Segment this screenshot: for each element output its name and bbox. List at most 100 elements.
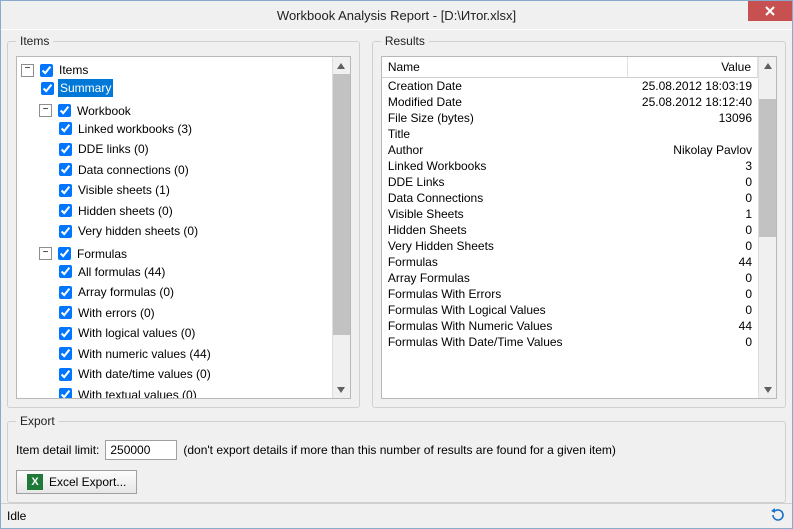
table-row[interactable]: Title [382,126,758,142]
excel-export-label: Excel Export... [49,475,126,489]
tree-checkbox[interactable] [59,368,72,381]
scroll-up-button[interactable] [333,57,350,74]
table-row[interactable]: AuthorNikolay Pavlov [382,142,758,158]
items-scrollbar[interactable] [332,57,350,398]
cell-value [628,126,758,142]
tree-formulas-children: All formulas (44) Array formulas (0) With … [39,263,332,399]
table-row[interactable]: Visible Sheets1 [382,206,758,222]
excel-export-button[interactable]: Excel Export... [16,470,137,494]
cell-value: 0 [628,174,758,190]
table-row[interactable]: File Size (bytes)13096 [382,110,758,126]
tree-item[interactable]: Visible sheets (1) [76,181,172,199]
tree-checkbox[interactable] [59,184,72,197]
panes: Items − Items [7,30,786,408]
tree-checkbox[interactable] [40,64,53,77]
item-detail-limit-label: Item detail limit: [16,443,99,457]
tree-checkbox[interactable] [59,388,72,398]
tree-checkbox[interactable] [59,306,72,319]
tree-workbook-children: Linked workbooks (3) DDE links (0) Data co… [39,120,332,243]
scroll-track[interactable] [333,74,350,381]
results-scrollbar[interactable] [758,57,776,398]
table-row[interactable]: Formulas With Logical Values0 [382,302,758,318]
scroll-thumb[interactable] [333,74,350,335]
table-row[interactable]: Array Formulas0 [382,270,758,286]
cell-name: Visible Sheets [382,206,628,222]
table-row[interactable]: DDE Links0 [382,174,758,190]
tree-checkbox[interactable] [59,163,72,176]
tree-item-root[interactable]: Items [57,61,90,79]
cell-value: 0 [628,286,758,302]
export-legend: Export [16,414,59,428]
cell-value: 13096 [628,110,758,126]
tree-item[interactable]: All formulas (44) [76,263,167,281]
tree-item[interactable]: Array formulas (0) [76,283,176,301]
table-row[interactable]: Formulas With Errors0 [382,286,758,302]
items-tree[interactable]: − Items Summary [17,57,332,398]
cell-value: 0 [628,238,758,254]
tree-checkbox[interactable] [59,265,72,278]
table-row[interactable]: Linked Workbooks3 [382,158,758,174]
cell-value: 25.08.2012 18:12:40 [628,94,758,110]
tree-item[interactable]: DDE links (0) [76,140,151,158]
tree-checkbox[interactable] [58,104,71,117]
tree-item[interactable]: Data connections (0) [76,161,191,179]
scroll-up-button[interactable] [759,57,776,74]
items-legend: Items [16,34,53,48]
table-row[interactable]: Formulas With Date/Time Values0 [382,334,758,350]
tree-checkbox[interactable] [59,122,72,135]
statusbar: Idle [1,503,792,528]
scroll-thumb[interactable] [759,99,776,237]
scroll-track[interactable] [759,74,776,381]
cell-name: Linked Workbooks [382,158,628,174]
table-row[interactable]: Very Hidden Sheets0 [382,238,758,254]
scroll-down-button[interactable] [333,381,350,398]
table-row[interactable]: Formulas44 [382,254,758,270]
refresh-icon[interactable] [770,507,786,526]
tree-item[interactable]: Very hidden sheets (0) [76,222,200,240]
cell-value: Nikolay Pavlov [628,142,758,158]
results-table[interactable]: Name Value Creation Date25.08.2012 18:03… [382,57,758,398]
col-value[interactable]: Value [628,57,758,77]
tree-item-workbook[interactable]: Workbook [75,102,133,120]
tree-checkbox[interactable] [59,225,72,238]
expander-icon[interactable]: − [21,64,34,77]
tree-item[interactable]: With numeric values (44) [76,345,213,363]
item-detail-limit-input[interactable] [105,440,177,460]
cell-value: 1 [628,206,758,222]
cell-value: 0 [628,270,758,286]
cell-name: Creation Date [382,78,628,94]
tree-item[interactable]: Hidden sheets (0) [76,202,175,220]
tree-item[interactable]: With date/time values (0) [76,365,213,383]
tree-checkbox[interactable] [58,247,71,260]
cell-value: 44 [628,318,758,334]
table-row[interactable]: Modified Date25.08.2012 18:12:40 [382,94,758,110]
tree-checkbox[interactable] [59,347,72,360]
table-row[interactable]: Hidden Sheets0 [382,222,758,238]
window-title: Workbook Analysis Report - [D:\Итог.xlsx… [1,8,792,23]
expander-icon[interactable]: − [39,104,52,117]
table-row[interactable]: Creation Date25.08.2012 18:03:19 [382,78,758,94]
expander-icon[interactable]: − [39,247,52,260]
tree-item[interactable]: With errors (0) [76,304,157,322]
content-area: Items − Items [1,30,792,503]
tree-checkbox[interactable] [59,286,72,299]
cell-value: 0 [628,222,758,238]
tree-item[interactable]: Linked workbooks (3) [76,120,194,138]
titlebar: Workbook Analysis Report - [D:\Итог.xlsx… [1,1,792,30]
col-name[interactable]: Name [382,57,628,77]
table-row[interactable]: Data Connections0 [382,190,758,206]
tree-checkbox[interactable] [59,327,72,340]
table-row[interactable]: Formulas With Numeric Values44 [382,318,758,334]
cell-name: Very Hidden Sheets [382,238,628,254]
tree-checkbox[interactable] [59,204,72,217]
tree-item[interactable]: With logical values (0) [76,324,197,342]
scroll-down-button[interactable] [759,381,776,398]
tree-checkbox[interactable] [59,143,72,156]
cell-name: Formulas With Numeric Values [382,318,628,334]
close-button[interactable] [748,1,792,21]
export-line: Item detail limit: (don't export details… [16,440,777,460]
tree-checkbox[interactable] [41,82,54,95]
tree-item-formulas[interactable]: Formulas [75,245,129,263]
tree-item[interactable]: With textual values (0) [76,386,199,399]
tree-item-summary[interactable]: Summary [58,79,113,97]
